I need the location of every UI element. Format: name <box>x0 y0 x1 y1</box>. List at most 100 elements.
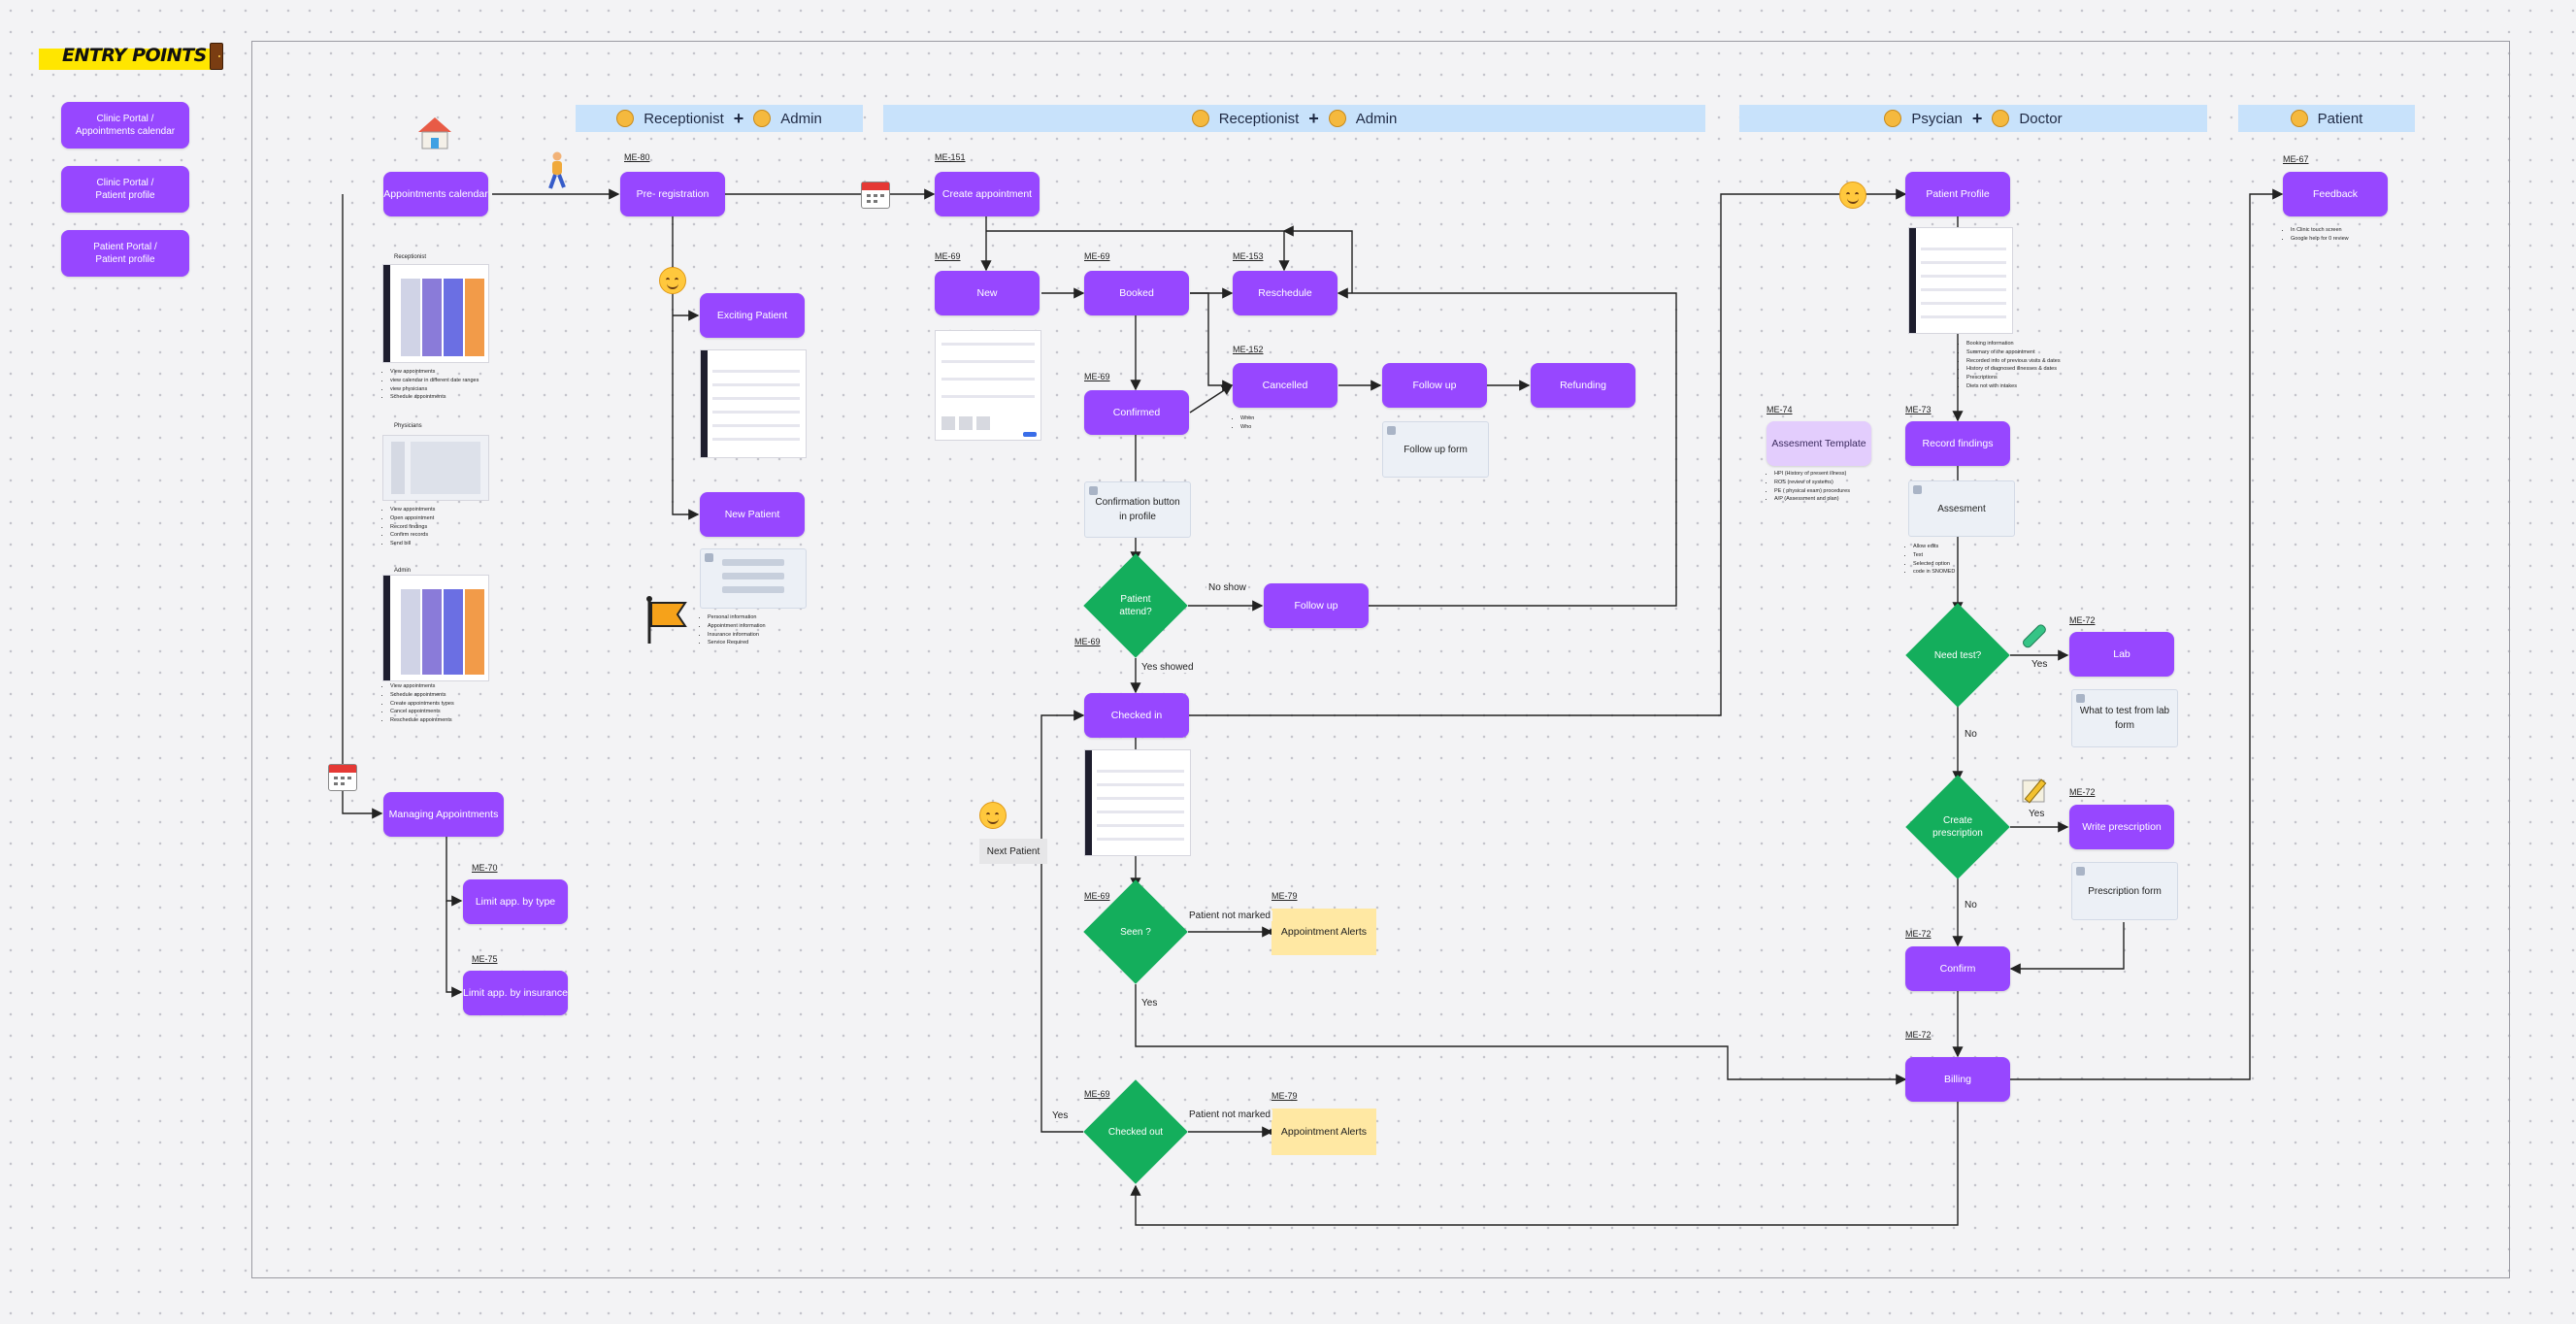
seen-decision[interactable]: Seen ? <box>1083 879 1188 984</box>
checked-out-decision[interactable]: Checked out <box>1083 1079 1188 1184</box>
appointment-alerts-2[interactable]: Appointment Alerts <box>1271 1109 1376 1155</box>
smiley-icon <box>659 267 686 294</box>
confirmed-notes: WhenWho <box>1233 414 1254 432</box>
decision-label: Patient attend? <box>1119 594 1152 617</box>
follow-up-form[interactable]: Follow up form <box>1382 421 1489 478</box>
lane-role-a: Receptionist <box>1218 110 1300 127</box>
edge-label: No <box>1963 729 1979 740</box>
lane-receptionist-admin-1: Receptionist + Admin <box>576 105 863 132</box>
door-icon <box>210 43 223 70</box>
confirmed-node[interactable]: Confirmed <box>1084 390 1189 435</box>
edge-label: No <box>1963 900 1979 910</box>
receptionist-notes: View appointmentsview calendar in differ… <box>382 368 479 402</box>
admin-note-title: Admin <box>394 568 412 574</box>
house-icon <box>415 115 454 151</box>
patient-attend-decision[interactable]: Patient attend? <box>1083 553 1188 658</box>
write-prescription-node[interactable]: Write prescription <box>2069 805 2174 849</box>
plus-icon: + <box>733 108 744 128</box>
new-patient-form-thumbnail <box>700 548 807 609</box>
assessment-template-node[interactable]: Assesment Template <box>1767 421 1871 466</box>
entry-patient-portal[interactable]: Patient Portal / Patient profile <box>61 230 189 277</box>
refunding-node[interactable]: Refunding <box>1531 363 1635 408</box>
new-node[interactable]: New <box>935 271 1040 315</box>
form-label: What to test from lab form <box>2079 706 2170 731</box>
walking-person-icon <box>544 151 569 190</box>
confirmation-button-form[interactable]: Confirmation button in profile <box>1084 481 1191 538</box>
ticket-id: ME-69 <box>1084 372 1110 381</box>
admin-notes: View appointmentsSchedule appointmentsCr… <box>382 682 454 725</box>
lane-receptionist-admin-2: Receptionist + Admin <box>883 105 1705 132</box>
cancelled-node[interactable]: Cancelled <box>1233 363 1338 408</box>
pencil-icon <box>2021 777 2050 806</box>
next-patient-note[interactable]: Next Patient <box>979 839 1047 864</box>
appointment-alerts-1[interactable]: Appointment Alerts <box>1271 909 1376 955</box>
admin-face-icon <box>1328 110 1346 127</box>
entry-clinic-profile[interactable]: Clinic Portal / Patient profile <box>61 166 189 213</box>
physicians-screen-thumbnail <box>382 435 489 501</box>
follow-up-node[interactable]: Follow up <box>1382 363 1487 408</box>
ticket-id: ME-73 <box>1905 405 1932 414</box>
decision-label: Seen ? <box>1120 926 1151 938</box>
entry-points-label: ENTRY POINTS <box>62 45 207 66</box>
entry-clinic-calendar[interactable]: Clinic Portal / Appointments calendar <box>61 102 189 149</box>
ticket-id: ME-153 <box>1233 251 1264 261</box>
managing-appointments-node[interactable]: Managing Appointments <box>383 792 504 837</box>
create-appointment-node[interactable]: Create appointment <box>935 172 1040 216</box>
edge-label: Patient not marked <box>1187 1109 1272 1120</box>
form-label: Confirmation button in profile <box>1095 497 1180 522</box>
lane-patient: Patient <box>2238 105 2415 132</box>
form-label: Follow up form <box>1404 444 1468 455</box>
need-test-decision[interactable]: Need test? <box>1905 603 2010 708</box>
booked-node[interactable]: Booked <box>1084 271 1189 315</box>
lane-role-a: Receptionist <box>644 110 724 127</box>
ticket-id: ME-79 <box>1271 1091 1298 1101</box>
new-patient-node[interactable]: New Patient <box>700 492 805 537</box>
confirm-node[interactable]: Confirm <box>1905 946 2010 991</box>
smiley-icon <box>1839 182 1866 209</box>
create-prescription-decision[interactable]: Create prescription <box>1905 775 2010 879</box>
edge-label: Yes showed <box>1139 662 1196 673</box>
ticket-id: ME-74 <box>1767 405 1793 414</box>
billing-node[interactable]: Billing <box>1905 1057 2010 1102</box>
entry-points-title: ENTRY POINTS <box>39 43 223 70</box>
plus-icon: + <box>1308 108 1319 128</box>
ticket-id: ME-67 <box>2283 154 2309 164</box>
ticket-id: ME-72 <box>2069 787 2096 797</box>
limit-by-insurance-node[interactable]: Limit app. by insurance <box>463 971 568 1015</box>
prescription-form[interactable]: Prescription form <box>2071 862 2178 920</box>
plus-icon: + <box>1971 108 1983 128</box>
record-findings-node[interactable]: Record findings <box>1905 421 2010 466</box>
follow-up-no-show-node[interactable]: Follow up <box>1264 583 1369 628</box>
physicians-note-title: Physicians <box>394 423 422 429</box>
calendar-icon <box>861 182 890 209</box>
feedback-node[interactable]: Feedback <box>2283 172 2388 216</box>
ticket-id: ME-70 <box>472 863 498 873</box>
physicians-notes: View appointmentsOpen appointmentRecord … <box>382 506 435 548</box>
reschedule-node[interactable]: Reschedule <box>1233 271 1338 315</box>
assessment-form[interactable]: Assesment <box>1908 480 2015 537</box>
admin-screen-thumbnail <box>382 575 489 681</box>
checked-in-node[interactable]: Checked in <box>1084 693 1189 738</box>
profile-notes: Booking informationSummary of the appoin… <box>1959 340 2061 391</box>
lab-form[interactable]: What to test from lab form <box>2071 689 2178 747</box>
limit-by-type-node[interactable]: Limit app. by type <box>463 879 568 924</box>
pre-registration-node[interactable]: Pre- registration <box>620 172 725 216</box>
edge-label: No show <box>1206 582 1248 593</box>
appointments-calendar-node[interactable]: Appointments calendar <box>383 172 488 216</box>
edge-label: Yes <box>1139 998 1160 1009</box>
ticket-id: ME-79 <box>1271 891 1298 901</box>
ticket-id: ME-69 <box>1084 251 1110 261</box>
patient-profile-node[interactable]: Patient Profile <box>1905 172 2010 216</box>
lane-role-b: Admin <box>1355 110 1398 127</box>
edge-label: Patient not marked <box>1187 910 1272 921</box>
existing-patient-node[interactable]: Exciting Patient <box>700 293 805 338</box>
doctor-face-icon <box>1992 110 2010 127</box>
ticket-id: ME-69 <box>935 251 961 261</box>
admin-face-icon <box>753 110 772 127</box>
assessment-notes: Allow editsTextSelected optioncode in SN… <box>1905 543 1955 577</box>
lane-role-a: Psycian <box>1911 110 1963 127</box>
existing-patient-screen-thumbnail <box>700 349 807 458</box>
lab-node[interactable]: Lab <box>2069 632 2174 677</box>
ticket-id: ME-72 <box>1905 1030 1932 1040</box>
test-tube-icon <box>2021 621 2050 650</box>
